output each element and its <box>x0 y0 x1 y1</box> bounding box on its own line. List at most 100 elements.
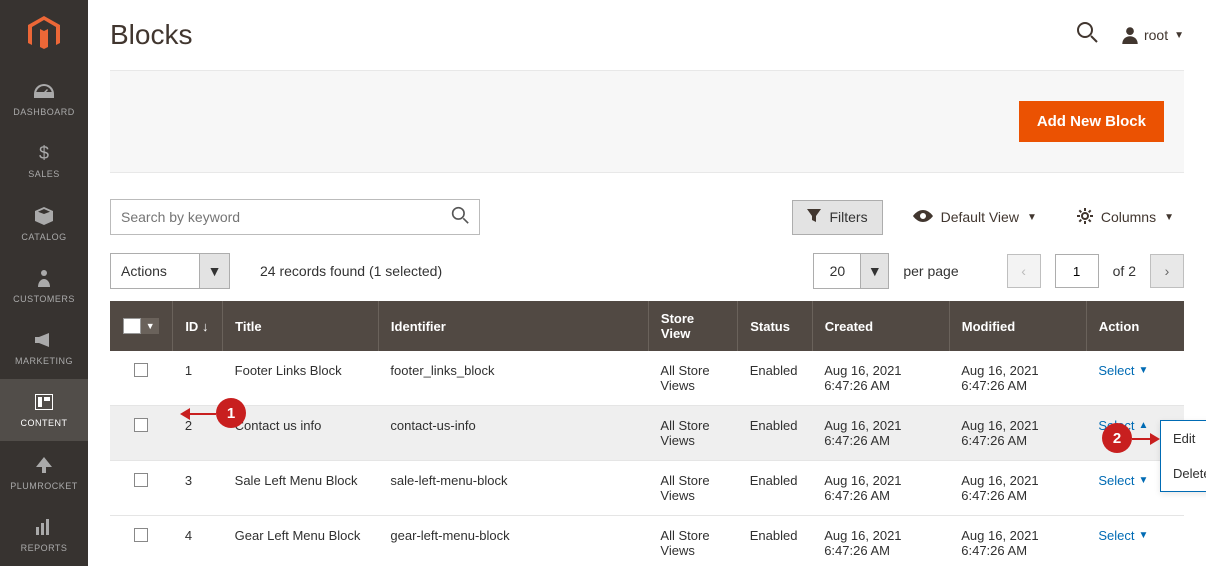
row-checkbox[interactable] <box>134 528 148 542</box>
th-action[interactable]: Action <box>1086 301 1184 351</box>
search-icon[interactable] <box>451 206 469 229</box>
box-icon <box>35 206 53 226</box>
chevron-down-icon: ▼ <box>1174 30 1184 41</box>
cell-status: Enabled <box>738 516 812 566</box>
chevron-down-icon: ▼ <box>141 318 159 334</box>
nav-sales[interactable]: $SALES <box>0 130 88 192</box>
cell-identifier: sale-left-menu-block <box>378 461 648 516</box>
table-row[interactable]: 4Gear Left Menu Blockgear-left-menu-bloc… <box>110 516 1184 566</box>
action-bar: Add New Block <box>110 70 1184 173</box>
prev-page-button[interactable]: ‹ <box>1007 254 1041 288</box>
page-input[interactable] <box>1055 254 1099 288</box>
default-view-button[interactable]: Default View ▼ <box>903 201 1047 233</box>
global-search-icon[interactable] <box>1076 21 1098 49</box>
chevron-down-icon: ▼ <box>1138 365 1148 376</box>
th-identifier[interactable]: Identifier <box>378 301 648 351</box>
cell-identifier: gear-left-menu-block <box>378 516 648 566</box>
action-select[interactable]: Select ▼ <box>1098 363 1148 378</box>
row-checkbox[interactable] <box>134 473 148 487</box>
th-id[interactable]: ID ↓ <box>173 301 223 351</box>
cell-modified: Aug 16, 2021 6:47:26 AM <box>949 406 1086 461</box>
cell-identifier: contact-us-info <box>378 406 648 461</box>
chevron-down-icon: ▼ <box>199 254 229 288</box>
cell-title: Sale Left Menu Block <box>223 461 379 516</box>
actions-dropdown[interactable]: Actions ▼ <box>110 253 230 289</box>
action-delete[interactable]: Delete <box>1161 456 1206 491</box>
th-created[interactable]: Created <box>812 301 949 351</box>
per-page-label: per page <box>903 263 958 279</box>
bar-chart-icon <box>36 517 52 537</box>
cell-modified: Aug 16, 2021 6:47:26 AM <box>949 351 1086 406</box>
nav-marketing[interactable]: MARKETING <box>0 317 88 379</box>
th-modified[interactable]: Modified <box>949 301 1086 351</box>
action-select[interactable]: Select ▼ <box>1098 473 1148 488</box>
nav-customers[interactable]: CUSTOMERS <box>0 255 88 317</box>
megaphone-icon <box>35 330 53 350</box>
th-title[interactable]: Title <box>223 301 379 351</box>
cell-id: 1 <box>173 351 223 406</box>
gauge-icon <box>34 81 54 101</box>
th-select[interactable]: ▼ <box>110 301 173 351</box>
columns-button[interactable]: Columns ▼ <box>1067 200 1184 235</box>
cell-created: Aug 16, 2021 6:47:26 AM <box>812 351 949 406</box>
cell-id: 3 <box>173 461 223 516</box>
keyword-search[interactable] <box>110 199 480 235</box>
cell-modified: Aug 16, 2021 6:47:26 AM <box>949 516 1086 566</box>
page-size-select[interactable]: 20 ▼ <box>813 253 889 289</box>
magento-logo[interactable] <box>28 0 60 68</box>
dollar-icon: $ <box>39 143 49 163</box>
cell-title: Footer Links Block <box>223 351 379 406</box>
gear-icon <box>1077 208 1093 227</box>
add-new-block-button[interactable]: Add New Block <box>1019 101 1164 142</box>
user-name: root <box>1144 27 1168 43</box>
records-found: 24 records found (1 selected) <box>260 263 442 279</box>
action-select[interactable]: Select ▼ <box>1098 528 1148 543</box>
table-row[interactable]: 1Footer Links Blockfooter_links_blockAll… <box>110 351 1184 406</box>
cell-store: All Store Views <box>648 406 737 461</box>
nav-catalog[interactable]: CATALOG <box>0 193 88 255</box>
action-edit[interactable]: Edit <box>1161 421 1206 456</box>
cell-modified: Aug 16, 2021 6:47:26 AM <box>949 461 1086 516</box>
cell-created: Aug 16, 2021 6:47:26 AM <box>812 516 949 566</box>
chevron-down-icon: ▼ <box>1164 212 1174 223</box>
cell-created: Aug 16, 2021 6:47:26 AM <box>812 461 949 516</box>
table-row[interactable]: 2Contact us infocontact-us-infoAll Store… <box>110 406 1184 461</box>
chevron-up-icon: ▲ <box>1138 420 1148 431</box>
cell-store: All Store Views <box>648 461 737 516</box>
chevron-down-icon: ▼ <box>1138 530 1148 541</box>
magento-logo-icon <box>28 16 60 52</box>
cell-status: Enabled <box>738 406 812 461</box>
row-checkbox[interactable] <box>134 363 148 377</box>
search-input[interactable] <box>121 209 451 225</box>
filters-button[interactable]: Filters <box>792 200 882 235</box>
sort-down-icon: ↓ <box>202 319 209 334</box>
blocks-table: ▼ ID ↓ Title Identifier Store View Statu… <box>110 301 1184 566</box>
cell-store: All Store Views <box>648 351 737 406</box>
next-page-button[interactable]: › <box>1150 254 1184 288</box>
cell-identifier: footer_links_block <box>378 351 648 406</box>
row-checkbox[interactable] <box>134 418 148 432</box>
eye-icon <box>913 209 933 225</box>
layout-icon <box>35 392 53 412</box>
chevron-down-icon: ▼ <box>860 254 888 288</box>
person-icon <box>38 268 50 288</box>
nav-dashboard[interactable]: DASHBOARD <box>0 68 88 130</box>
cell-status: Enabled <box>738 461 812 516</box>
cell-status: Enabled <box>738 351 812 406</box>
nav-plumrocket[interactable]: PLUMROCKET <box>0 441 88 503</box>
cell-title: Gear Left Menu Block <box>223 516 379 566</box>
chevron-down-icon: ▼ <box>1138 475 1148 486</box>
nav-reports[interactable]: REPORTS <box>0 504 88 566</box>
th-store[interactable]: Store View <box>648 301 737 351</box>
funnel-icon <box>807 209 821 226</box>
cell-title: Contact us info <box>223 406 379 461</box>
annotation-badge-1: 1 <box>216 398 246 428</box>
th-status[interactable]: Status <box>738 301 812 351</box>
nav-content[interactable]: CONTENT <box>0 379 88 441</box>
table-row[interactable]: 3Sale Left Menu Blocksale-left-menu-bloc… <box>110 461 1184 516</box>
cell-store: All Store Views <box>648 516 737 566</box>
user-menu[interactable]: root ▼ <box>1122 26 1184 44</box>
plumrocket-icon <box>36 455 52 475</box>
annotation-arrow-1 <box>184 413 216 415</box>
of-pages: of 2 <box>1113 263 1136 279</box>
